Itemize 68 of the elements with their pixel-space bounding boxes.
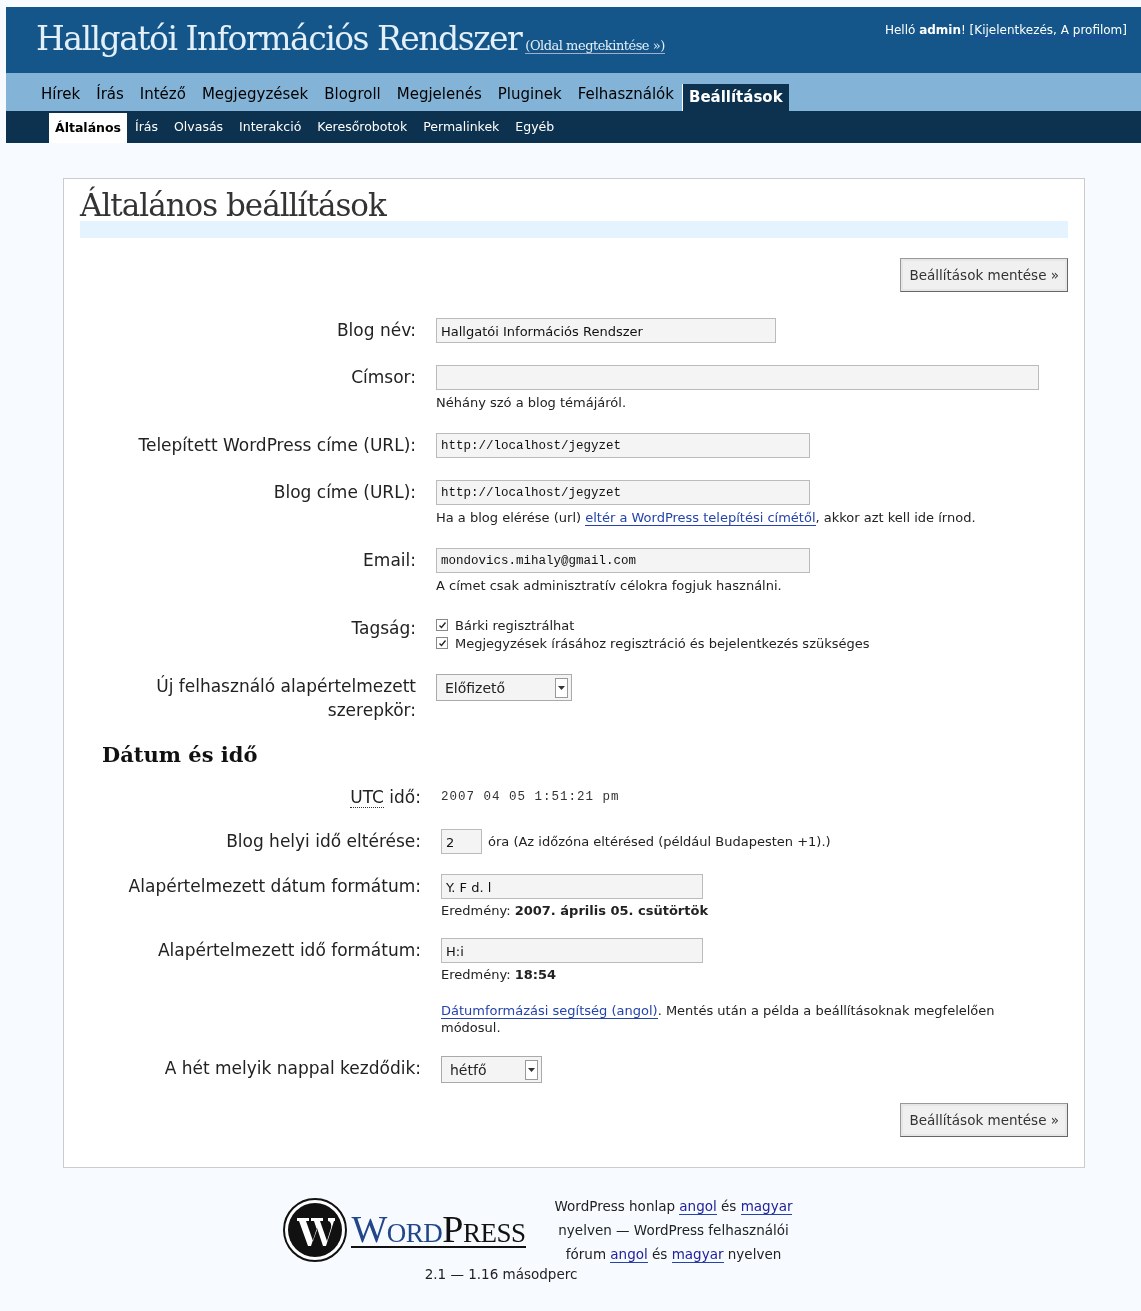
dropdown[interactable]: Előfizető	[436, 674, 572, 701]
wordpress-wordmark: WordPress	[351, 1212, 526, 1248]
hint-text: Néhány szó a blog témájáról.	[436, 394, 627, 411]
input-field[interactable]: http://localhost/jegyzet	[436, 480, 810, 505]
field-label: Blog helyi idő eltérése:	[225, 830, 421, 853]
menu-tab[interactable]: Írás	[88, 79, 132, 111]
hint-text: Ha a blog elérése (url) eltér a WordPress telepítési címétől, akkor azt kell ide írnod.	[436, 509, 976, 526]
footer-text: WordPress honlap angol és magyar nyelven — WordPress felhasználói fórum angol és magyar nyelven	[553, 1197, 794, 1265]
menu-tab[interactable]: Blogroll	[316, 79, 389, 111]
help-link[interactable]: eltér a WordPress telepítési címétől	[585, 510, 816, 526]
checkbox[interactable]	[436, 619, 448, 631]
menu-tab[interactable]: Hírek	[33, 79, 89, 111]
save-button[interactable]: Beállítások mentése »	[900, 258, 1068, 292]
field-label: Tagság:	[350, 617, 416, 640]
submenu-tab[interactable]: Általános	[49, 113, 127, 143]
menu-tab[interactable]: Pluginek	[489, 79, 570, 111]
submenu-tab[interactable]: Interakció	[231, 111, 310, 143]
menu-tab[interactable]: Beállítások	[681, 84, 789, 111]
user-link[interactable]: A profilom	[1060, 23, 1123, 38]
hint-text: A címet csak adminisztratív célokra fogjuk használni.	[436, 577, 782, 594]
footer-link[interactable]: angol	[679, 1198, 717, 1215]
footer-link[interactable]: angol	[610, 1246, 648, 1263]
input-field[interactable]: 2	[441, 829, 482, 854]
help-link[interactable]: Dátumformázási segítség (angol)	[441, 1003, 658, 1019]
hint-text: Dátumformázási segítség (angol). Mentés után a példa a beállításoknak megfelelően módosul.	[441, 1002, 996, 1036]
checkbox-label: Megjegyzések írásához regisztráció és bejelentkezés szükséges	[455, 635, 870, 651]
render-time: 2.1 — 1.16 másodperc	[424, 1266, 578, 1282]
hint-text: óra (Az időzóna eltérésed (például Budapesten +1).)	[488, 834, 831, 849]
field-label: UTC idő:	[349, 786, 421, 809]
section-heading: Dátum és idő	[102, 742, 259, 767]
menu-tab[interactable]: Megjegyzések	[193, 79, 317, 111]
input-field[interactable]: mondovics.mihaly@gmail.com	[436, 548, 810, 573]
checkbox[interactable]	[436, 637, 448, 649]
field-label: Blog név:	[335, 319, 416, 342]
input-field[interactable]: http://localhost/jegyzet	[436, 433, 810, 458]
user-greeting: Helló admin! [Kijelentkezés, A profilom]	[884, 23, 1127, 37]
menu-tab[interactable]: Felhasználók	[569, 79, 682, 111]
field-label: Alapértelmezett idő formátum:	[156, 939, 421, 962]
input-field[interactable]	[436, 365, 1039, 390]
submenu-tab[interactable]: Olvasás	[166, 111, 232, 143]
menu-tab[interactable]: Intéző	[131, 79, 194, 111]
footer-link[interactable]: magyar	[740, 1198, 793, 1215]
result-text: Eredmény: 18:54	[441, 967, 557, 982]
field-label: A hét melyik nappal kezdődik:	[163, 1057, 421, 1080]
input-field[interactable]: Hallgatói Információs Rendszer	[436, 318, 776, 343]
field-label: Címsor:	[350, 366, 416, 389]
time-value: 2007 04 05 1:51:21 pm	[441, 789, 620, 806]
save-button[interactable]: Beállítások mentése »	[900, 1103, 1068, 1137]
field-label: Email:	[362, 549, 416, 572]
field-label: Új felhasználó alapértelmezett szerepkör:	[155, 674, 416, 722]
submenu-tab[interactable]: Permalinkek	[415, 111, 508, 143]
menu-tab[interactable]: Megjelenés	[388, 79, 490, 111]
dropdown[interactable]: hétfő	[441, 1056, 542, 1083]
field-label: Alapértelmezett dátum formátum:	[127, 875, 421, 898]
input-field[interactable]: Y. F d. l	[441, 874, 703, 899]
input-field[interactable]: H:i	[441, 938, 703, 963]
submenu-tab[interactable]: Keresőrobotok	[309, 111, 416, 143]
field-label: Blog címe (URL):	[272, 481, 416, 504]
footer-link[interactable]: magyar	[671, 1246, 724, 1263]
checkbox-label: Bárki regisztrálhat	[455, 617, 575, 633]
submenu-tab[interactable]: Írás	[127, 111, 166, 143]
field-label: Telepített WordPress címe (URL):	[137, 434, 416, 457]
wordpress-logo-icon	[283, 1198, 348, 1262]
site-title: Hallgatói Információs Rendszer	[36, 19, 522, 58]
view-site-link[interactable]: (Oldal megtekintése »)	[525, 38, 665, 54]
result-text: Eredmény: 2007. április 05. csütörtök	[441, 903, 709, 918]
submenu-tab[interactable]: Egyéb	[507, 111, 563, 143]
page-title: Általános beállítások	[80, 187, 386, 223]
